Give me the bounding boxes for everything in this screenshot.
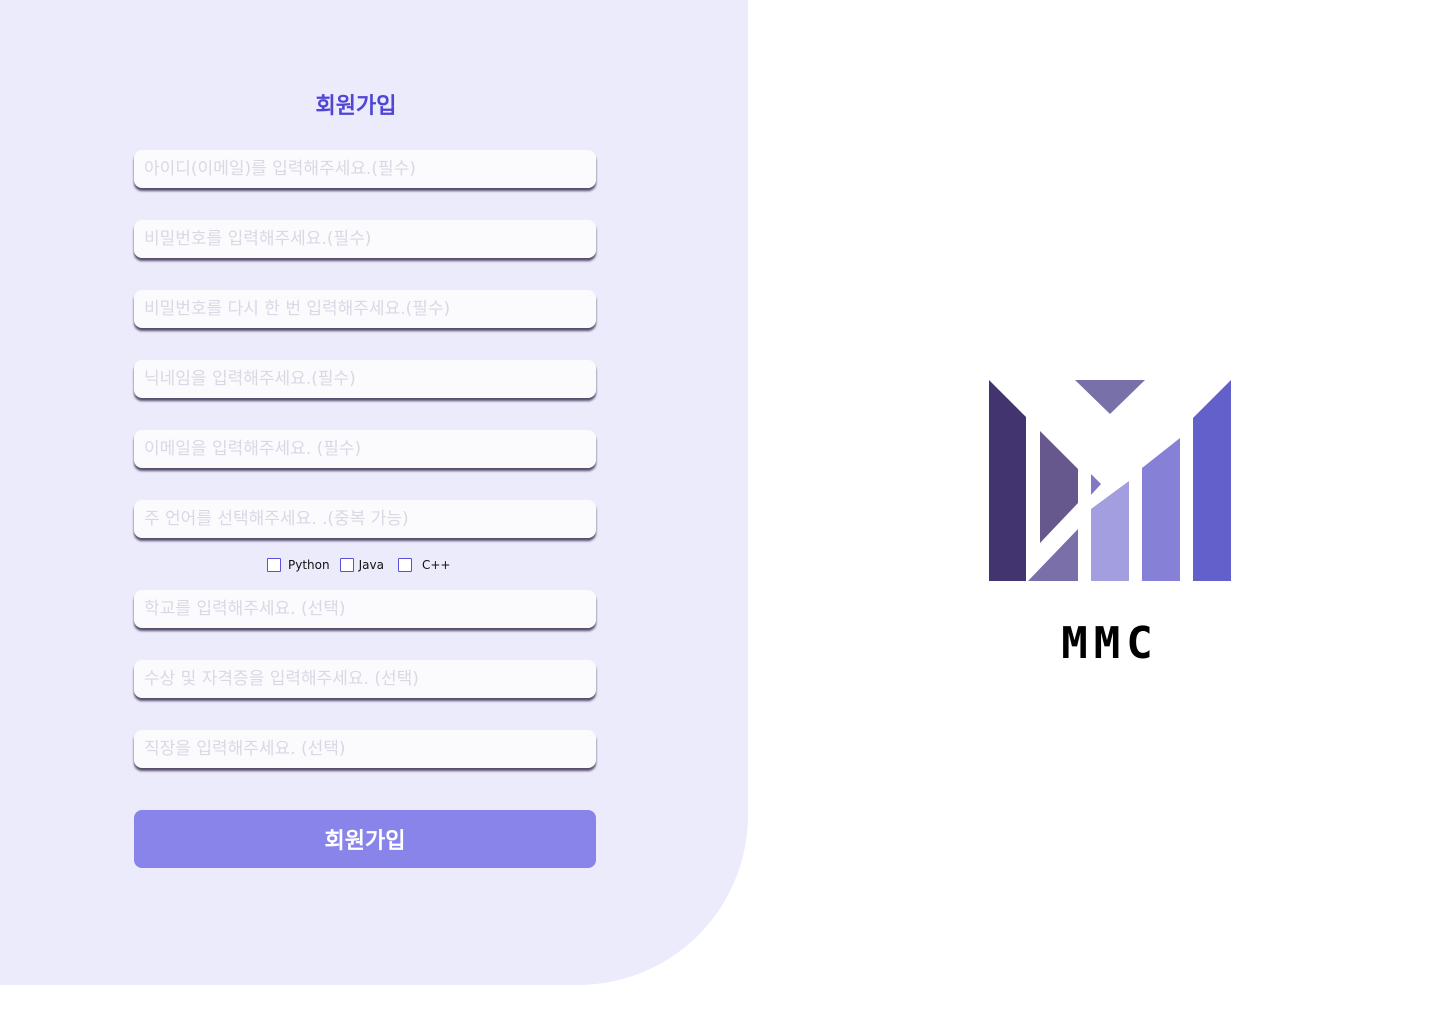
language-checkbox-group: Python Java C++	[267, 556, 460, 574]
python-checkbox[interactable]	[267, 558, 281, 572]
awards-certificates-input[interactable]	[134, 660, 596, 698]
email-input[interactable]	[134, 430, 596, 468]
password-input[interactable]	[134, 220, 596, 258]
signup-submit-button[interactable]: 회원가입	[134, 810, 596, 868]
main-language-input[interactable]	[134, 500, 596, 538]
cpp-checkbox[interactable]	[397, 558, 412, 572]
password-confirm-input[interactable]	[134, 290, 596, 328]
brand-name: MMC	[1061, 618, 1159, 669]
cpp-label: C++	[421, 558, 451, 572]
mmc-logo-icon	[989, 380, 1231, 581]
workplace-input[interactable]	[134, 730, 596, 768]
page-title: 회원가입	[315, 94, 397, 119]
language-option-python[interactable]: Python	[267, 558, 330, 572]
python-label: Python	[288, 558, 330, 572]
id-email-input[interactable]	[134, 150, 596, 188]
java-checkbox[interactable]	[339, 558, 354, 572]
school-input[interactable]	[134, 590, 596, 628]
language-option-java[interactable]: Java	[339, 558, 384, 572]
language-option-cpp[interactable]: C++	[397, 558, 451, 572]
nickname-input[interactable]	[134, 360, 596, 398]
java-label: Java	[358, 558, 384, 572]
